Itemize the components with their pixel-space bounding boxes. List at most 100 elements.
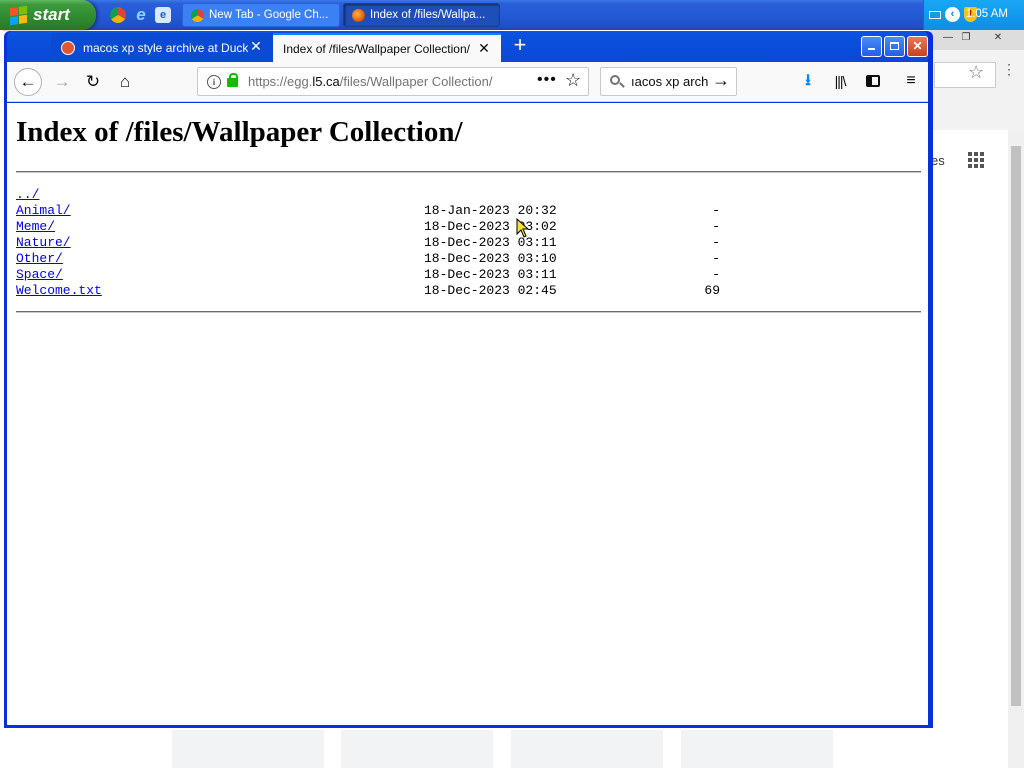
taskbar-item-label: Index of /files/Wallpa... bbox=[370, 9, 486, 21]
back-arrow-icon: ← bbox=[19, 72, 37, 91]
lock-shackle-icon bbox=[229, 73, 238, 81]
minimize-button[interactable] bbox=[861, 36, 882, 57]
directory-listing-page: Index of /files/Wallpaper Collection/ ..… bbox=[16, 103, 921, 313]
list-item: ../ bbox=[16, 187, 921, 203]
new-tab-button[interactable]: + bbox=[509, 34, 531, 58]
hamburger-menu-icon[interactable]: ≡ bbox=[900, 70, 922, 92]
background-tile bbox=[341, 730, 493, 768]
background-omnibox[interactable] bbox=[934, 62, 996, 88]
background-scrollbar[interactable] bbox=[1008, 130, 1024, 768]
file-link[interactable]: Animal/ bbox=[16, 203, 71, 219]
url-bar[interactable]: i https://egg.l5.ca/files/Wallpaper Coll… bbox=[197, 67, 589, 96]
chrome-menu-icon[interactable]: ⋮ bbox=[1002, 62, 1016, 76]
background-tile bbox=[681, 730, 833, 768]
file-size: - bbox=[712, 251, 720, 266]
file-link[interactable]: Space/ bbox=[16, 267, 63, 283]
file-listing: ../ Animal/ 18-Jan-2023 20:32 - Meme/ 18… bbox=[16, 187, 921, 299]
home-button[interactable]: ⌂ bbox=[111, 68, 139, 96]
reload-button[interactable]: ↻ bbox=[79, 68, 107, 96]
firefox-window: macos xp style archive at DuckDuc ✕ Inde… bbox=[4, 31, 933, 728]
tab-close-icon[interactable]: ✕ bbox=[249, 39, 263, 53]
system-tray: ‹ ! 1:05 AM bbox=[923, 0, 1024, 30]
internet-explorer-icon[interactable]: e bbox=[133, 6, 149, 23]
background-partial-text: es bbox=[931, 153, 945, 168]
forward-button[interactable]: → bbox=[48, 68, 76, 96]
apps-grid-icon[interactable] bbox=[968, 152, 984, 168]
tab-close-icon[interactable]: ✕ bbox=[477, 41, 491, 55]
start-label: start bbox=[33, 5, 70, 24]
download-icon[interactable]: ⭳ bbox=[797, 70, 819, 92]
clock: 1:05 AM bbox=[965, 8, 1008, 20]
file-link[interactable]: Other/ bbox=[16, 251, 63, 267]
minimize-icon[interactable]: — bbox=[938, 32, 958, 46]
search-bar[interactable]: ıacos xp arch → bbox=[600, 67, 737, 96]
close-button[interactable]: ✕ bbox=[907, 36, 928, 57]
scrollbar-thumb[interactable] bbox=[1011, 146, 1021, 706]
mouse-cursor-icon bbox=[516, 218, 530, 238]
maximize-button[interactable] bbox=[884, 36, 905, 57]
page-actions-icon[interactable]: ••• bbox=[537, 71, 557, 89]
tab-duckduckgo[interactable]: macos xp style archive at DuckDuc ✕ bbox=[51, 33, 273, 62]
file-date: 18-Dec-2023 03:10 bbox=[424, 251, 557, 266]
background-tile bbox=[511, 730, 663, 768]
search-icon-handle bbox=[619, 82, 625, 88]
bookmark-star-icon[interactable]: ☆ bbox=[968, 62, 984, 83]
page-content: Index of /files/Wallpaper Collection/ ..… bbox=[7, 103, 928, 725]
list-item: Space/ 18-Dec-2023 03:11 - bbox=[16, 267, 921, 283]
list-item: Other/ 18-Dec-2023 03:10 - bbox=[16, 251, 921, 267]
file-date: 18-Dec-2023 02:45 bbox=[424, 283, 557, 298]
background-window-titlebar: — ❐ ✕ bbox=[930, 30, 1024, 50]
tab-label: Index of /files/Wallpaper Collection/ bbox=[283, 41, 470, 56]
site-info-icon[interactable]: i bbox=[207, 75, 221, 89]
file-size: - bbox=[712, 219, 720, 234]
tab-index-of-wallpaper[interactable]: Index of /files/Wallpaper Collection/ ✕ bbox=[273, 33, 501, 62]
file-date: 18-Dec-2023 03:11 bbox=[424, 235, 557, 250]
page-title: Index of /files/Wallpaper Collection/ bbox=[16, 116, 463, 148]
reload-icon: ↻ bbox=[85, 72, 101, 91]
start-button[interactable]: start bbox=[0, 0, 96, 30]
taskbar-item-firefox[interactable]: Index of /files/Wallpa... bbox=[343, 3, 500, 27]
parent-directory-link[interactable]: ../ bbox=[16, 187, 39, 203]
taskbar: start e e New Tab - Google Ch... Index o… bbox=[0, 0, 1024, 30]
url-domain: l5.ca bbox=[312, 74, 340, 89]
file-date: 18-Dec-2023 03:11 bbox=[424, 267, 557, 282]
url-text[interactable]: https://egg.l5.ca/files/Wallpaper Collec… bbox=[248, 74, 493, 89]
tab-label: macos xp style archive at DuckDuc bbox=[83, 40, 248, 55]
tray-expand-icon[interactable]: ‹ bbox=[945, 7, 960, 22]
taskbar-item-label: New Tab - Google Ch... bbox=[209, 9, 329, 21]
url-prefix: https://egg. bbox=[248, 74, 313, 89]
minimize-icon bbox=[868, 48, 875, 50]
duckduckgo-icon bbox=[61, 40, 75, 55]
sidebar-icon[interactable] bbox=[862, 70, 884, 92]
list-item: Welcome.txt 18-Dec-2023 02:45 69 bbox=[16, 283, 921, 299]
close-icon[interactable]: ✕ bbox=[988, 32, 1008, 46]
search-go-arrow-icon[interactable]: → bbox=[710, 70, 730, 91]
background-chrome-window: — ❐ ✕ ☆ ⋮ es bbox=[930, 30, 1024, 768]
background-tile bbox=[172, 730, 324, 768]
file-link[interactable]: Meme/ bbox=[16, 219, 55, 235]
restore-icon[interactable]: ❐ bbox=[956, 32, 976, 46]
back-button[interactable]: ← bbox=[14, 68, 42, 96]
search-input[interactable]: ıacos xp arch bbox=[631, 74, 708, 89]
chrome-icon[interactable] bbox=[110, 7, 126, 23]
file-date: 18-Jan-2023 20:32 bbox=[424, 203, 557, 218]
file-size: 69 bbox=[704, 283, 720, 298]
list-item: Meme/ 18-Dec-2023 03:02 - bbox=[16, 219, 921, 235]
keyboard-icon[interactable] bbox=[929, 11, 941, 19]
bookmark-star-icon[interactable]: ☆ bbox=[565, 70, 581, 91]
taskbar-item-chrome[interactable]: New Tab - Google Ch... bbox=[182, 3, 340, 27]
ie-settings-icon[interactable]: e bbox=[155, 7, 171, 23]
list-item: Nature/ 18-Dec-2023 03:11 - bbox=[16, 235, 921, 251]
file-size: - bbox=[712, 203, 720, 218]
close-icon: ✕ bbox=[912, 39, 923, 53]
url-path: /files/Wallpaper Collection/ bbox=[339, 74, 493, 89]
divider bbox=[16, 311, 921, 313]
file-size: - bbox=[712, 267, 720, 282]
library-icon[interactable]: |||\ bbox=[829, 70, 851, 92]
tab-strip: macos xp style archive at DuckDuc ✕ Inde… bbox=[7, 31, 928, 62]
file-size: - bbox=[712, 235, 720, 250]
file-link[interactable]: Nature/ bbox=[16, 235, 71, 251]
chrome-icon bbox=[191, 8, 204, 22]
windows-logo-icon bbox=[10, 5, 27, 25]
file-link[interactable]: Welcome.txt bbox=[16, 283, 102, 299]
